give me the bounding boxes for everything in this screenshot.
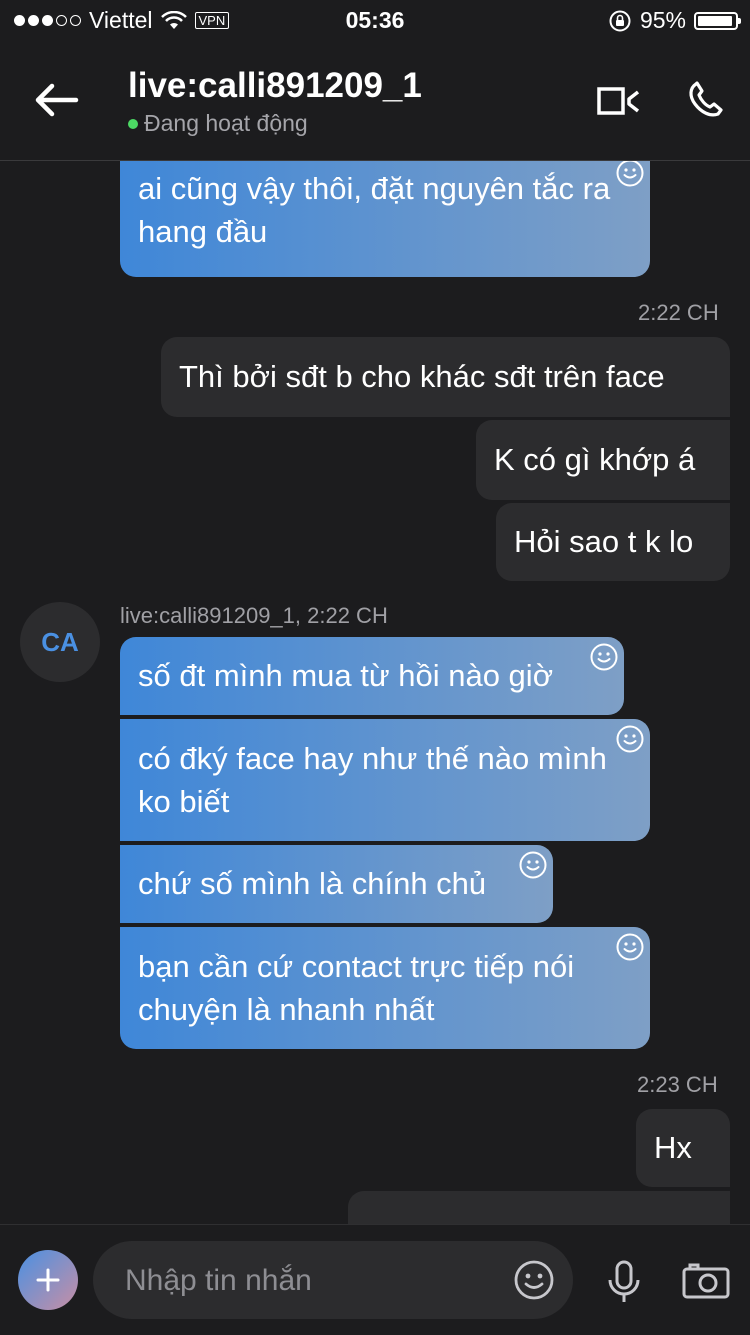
sent-message[interactable]: Hx bbox=[636, 1109, 730, 1187]
message-text: Hỏi sao t k lo bbox=[514, 524, 694, 559]
message-composer bbox=[0, 1224, 750, 1335]
received-message[interactable]: chứ số mình là chính chủ bbox=[120, 845, 553, 923]
message-text: ai cũng vậy thôi, đặt nguyên tắc ra hang… bbox=[138, 171, 611, 249]
message-list[interactable]: ai cũng vậy thôi, đặt nguyên tắc ra hang… bbox=[0, 161, 750, 1224]
reaction-icon[interactable] bbox=[518, 850, 548, 880]
sent-message[interactable]: Thì bởi sđt b cho khác sđt trên face bbox=[161, 337, 730, 417]
sent-message[interactable]: Hỏi sao t k lo bbox=[496, 503, 730, 581]
battery-percent: 95% bbox=[639, 7, 686, 33]
received-message[interactable]: bạn cần cứ contact trực tiếp nói chuyện … bbox=[120, 927, 650, 1049]
message-text: Thì bởi sđt b cho khác sđt trên face bbox=[179, 359, 665, 394]
sender-line: live:calli891209_1, 2:22 CH bbox=[120, 603, 388, 628]
battery-icon bbox=[694, 11, 741, 30]
reaction-icon[interactable] bbox=[615, 724, 645, 754]
reaction-icon[interactable] bbox=[615, 161, 645, 188]
received-message[interactable]: ai cũng vậy thôi, đặt nguyên tắc ra hang… bbox=[120, 161, 650, 277]
camera-icon[interactable] bbox=[682, 1263, 730, 1299]
chat-header: live:calli891209_1 Đang hoạt động bbox=[0, 40, 750, 161]
online-dot-icon bbox=[128, 118, 138, 129]
presence-text: Đang hoạt động bbox=[144, 110, 308, 136]
rotation-lock-icon bbox=[609, 10, 631, 31]
received-message[interactable]: số đt mình mua từ hồi nào giờ bbox=[120, 637, 624, 715]
back-arrow-icon[interactable] bbox=[30, 78, 80, 122]
status-bar: Viettel VPN 05:36 95% bbox=[0, 0, 750, 40]
message-text: Hx bbox=[654, 1130, 692, 1165]
message-input-container bbox=[93, 1241, 573, 1321]
contact-name[interactable]: live:calli891209_1 bbox=[128, 66, 422, 106]
sent-message[interactable]: K có gì khớp á bbox=[476, 420, 730, 500]
phone-call-icon[interactable] bbox=[686, 80, 726, 120]
emoji-picker-icon[interactable] bbox=[513, 1259, 555, 1301]
video-call-icon[interactable] bbox=[596, 84, 640, 118]
message-text: có đký face hay như thế nào mình ko biết bbox=[138, 741, 607, 819]
sent-message-partial[interactable] bbox=[348, 1191, 730, 1224]
microphone-icon[interactable] bbox=[604, 1260, 644, 1304]
timestamp: 2:23 CH bbox=[637, 1072, 718, 1097]
reaction-icon[interactable] bbox=[615, 932, 645, 962]
received-message[interactable]: có đký face hay như thế nào mình ko biết bbox=[120, 719, 650, 841]
message-text: chứ số mình là chính chủ bbox=[138, 866, 487, 901]
timestamp: 2:22 CH bbox=[638, 300, 719, 325]
message-input[interactable] bbox=[123, 1241, 507, 1321]
reaction-icon[interactable] bbox=[589, 642, 619, 672]
message-text: số đt mình mua từ hồi nào giờ bbox=[138, 658, 554, 693]
plus-icon bbox=[36, 1268, 60, 1292]
presence-status: Đang hoạt động bbox=[128, 110, 308, 137]
add-attachment-button[interactable] bbox=[18, 1250, 78, 1310]
message-text: K có gì khớp á bbox=[494, 442, 696, 477]
message-text: bạn cần cứ contact trực tiếp nói chuyện … bbox=[138, 949, 575, 1027]
avatar[interactable]: CA bbox=[20, 602, 100, 682]
status-right: 95% bbox=[608, 7, 741, 34]
